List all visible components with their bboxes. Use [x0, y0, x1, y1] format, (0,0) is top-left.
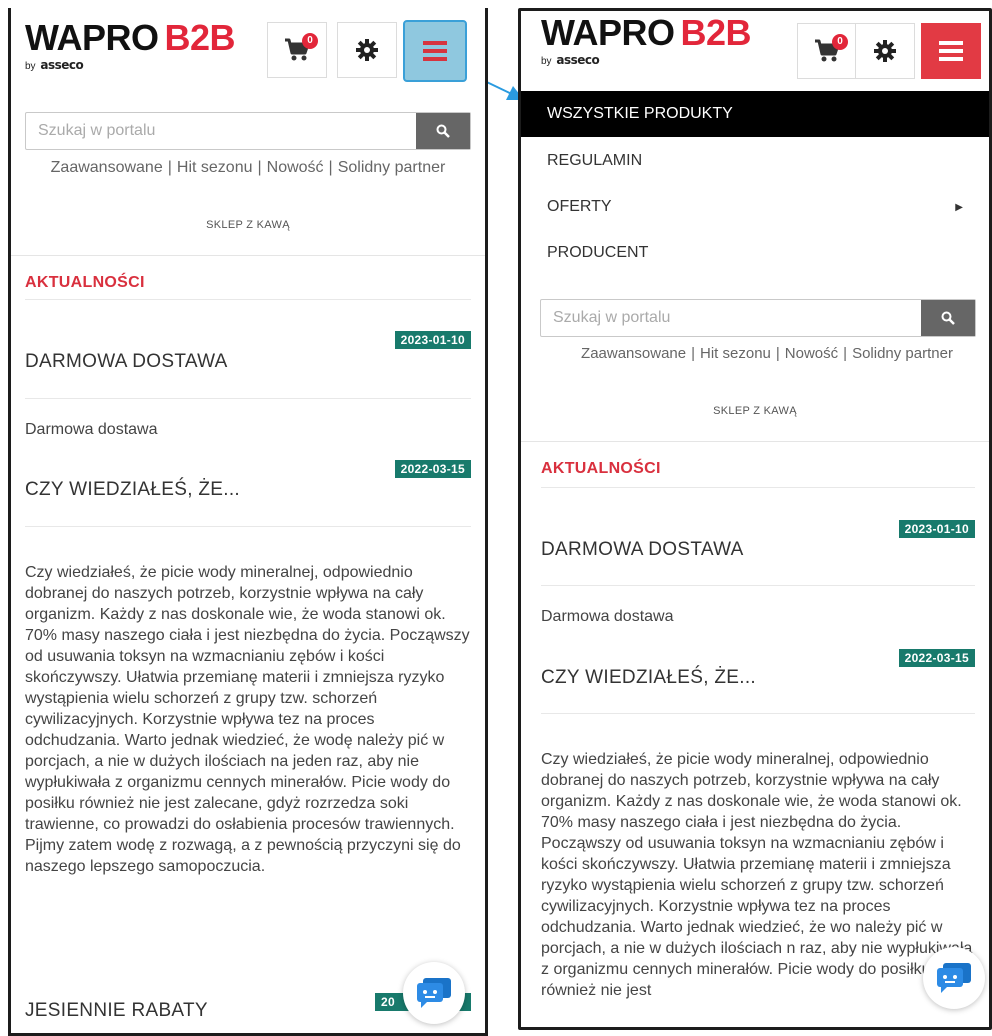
search-button[interactable]: [921, 300, 975, 336]
quick-link-new[interactable]: Nowość: [785, 345, 838, 362]
article-title[interactable]: CZY WIEDZIAŁEŚ, ŻE...: [541, 667, 756, 689]
header: WAPRO B2B by asseco 0: [11, 8, 485, 98]
menu-item-label: WSZYSTKIE PRODUKTY: [547, 105, 733, 122]
menu-item-regulations[interactable]: REGULAMIN: [521, 138, 989, 184]
chat-icon: [417, 978, 451, 1008]
divider: [541, 585, 975, 586]
cart-button[interactable]: 0: [797, 23, 857, 79]
quick-link-hit[interactable]: Hit sezonu: [700, 345, 771, 362]
quick-link-partner[interactable]: Solidny partner: [338, 159, 446, 176]
hamburger-icon: [423, 41, 447, 61]
section-divider: [521, 441, 989, 442]
cart-button[interactable]: 0: [267, 22, 327, 78]
header: WAPRO B2B by asseco 0: [521, 11, 989, 91]
settings-button[interactable]: [337, 22, 397, 78]
article-title[interactable]: CZY WIEDZIAŁEŚ, ŻE...: [25, 479, 240, 501]
article-date: 2023-01-10: [394, 331, 471, 349]
quick-link-advanced[interactable]: Zaawansowane: [581, 345, 686, 362]
search-box: [540, 299, 976, 337]
menu-item-offers[interactable]: OFERTY ▶: [521, 184, 989, 230]
quick-link-new[interactable]: Nowość: [267, 159, 324, 176]
search-box: [25, 112, 471, 150]
logo-suffix: B2B: [680, 12, 752, 53]
menu-item-label: REGULAMIN: [547, 152, 643, 169]
chat-button[interactable]: [403, 962, 465, 1024]
search-input[interactable]: [541, 300, 921, 336]
menu-toggle-button[interactable]: [403, 20, 467, 82]
logo[interactable]: WAPRO B2B by asseco: [541, 12, 752, 68]
menu-item-label: PRODUCENT: [547, 244, 649, 261]
article-summary: Darmowa dostawa: [541, 608, 674, 625]
logo-company: asseco: [40, 58, 84, 72]
divider: [25, 526, 471, 527]
article-date: 2022-03-15: [394, 460, 471, 478]
search-input[interactable]: [26, 113, 416, 149]
gear-icon: [874, 40, 896, 62]
logo-suffix: B2B: [164, 17, 236, 58]
article-title[interactable]: DARMOWA DOSTAWA: [541, 539, 744, 561]
quick-link-hit[interactable]: Hit sezonu: [177, 159, 253, 176]
menu-item-label: OFERTY: [547, 198, 612, 215]
divider: [541, 487, 975, 488]
phone-screen-open-menu: WAPRO B2B by asseco 0 WSZYSTKIE PRODUKTY …: [518, 8, 992, 1030]
logo-text: WAPRO: [541, 12, 675, 53]
quick-link-partner[interactable]: Solidny partner: [852, 345, 953, 362]
cart-count-badge: 0: [302, 33, 318, 49]
article-summary: Darmowa dostawa: [25, 421, 158, 438]
logo-text: WAPRO: [25, 17, 159, 58]
logo[interactable]: WAPRO B2B by asseco: [25, 17, 236, 73]
divider: [25, 299, 471, 300]
news-heading: AKTUALNOŚCI: [25, 274, 145, 291]
search-icon: [436, 124, 450, 138]
quick-links: Zaawansowane | Hit sezonu | Nowość | Solidny p…: [581, 345, 953, 362]
menu-item-all-products[interactable]: WSZYSTKIE PRODUKTY: [521, 91, 989, 137]
search-icon: [941, 311, 955, 325]
gear-icon: [356, 39, 378, 61]
search-button[interactable]: [416, 113, 470, 149]
article-date: 2023-01-10: [898, 520, 975, 538]
hamburger-icon: [939, 41, 963, 61]
quick-link-advanced[interactable]: Zaawansowane: [51, 159, 163, 176]
menu-toggle-button[interactable]: [921, 23, 981, 79]
article-body: Czy wiedziałeś, że picie wody mineralnej…: [25, 564, 470, 875]
shop-link[interactable]: SKLEP Z KAWĄ: [521, 405, 989, 417]
article-title[interactable]: DARMOWA DOSTAWA: [25, 351, 228, 373]
divider: [25, 398, 471, 399]
logo-by: by: [25, 61, 36, 72]
article-title[interactable]: JESIENNIE RABATY: [25, 1000, 208, 1022]
news-heading: AKTUALNOŚCI: [541, 460, 661, 477]
quick-links: Zaawansowane | Hit sezonu | Nowość | Solidny p…: [50, 159, 446, 176]
shop-link[interactable]: SKLEP Z KAWĄ: [11, 219, 485, 231]
divider: [541, 713, 975, 714]
phone-screen-closed-menu: WAPROB2B by asseco 0 Zaawansowane|Hit se…: [8, 8, 488, 1036]
article-date: 2022-03-15: [898, 649, 975, 667]
chat-icon: [937, 963, 971, 993]
article-body: Czy wiedziałeś, że picie wody mineralnej…: [541, 751, 973, 999]
settings-button[interactable]: [855, 23, 915, 79]
section-divider: [11, 255, 485, 256]
chat-button[interactable]: [923, 947, 985, 1009]
caret-right-icon: ▶: [955, 201, 963, 213]
logo-by: by: [541, 56, 552, 67]
logo-company: asseco: [556, 53, 600, 67]
menu-item-producer[interactable]: PRODUCENT: [521, 230, 989, 276]
cart-count-badge: 0: [832, 34, 848, 50]
